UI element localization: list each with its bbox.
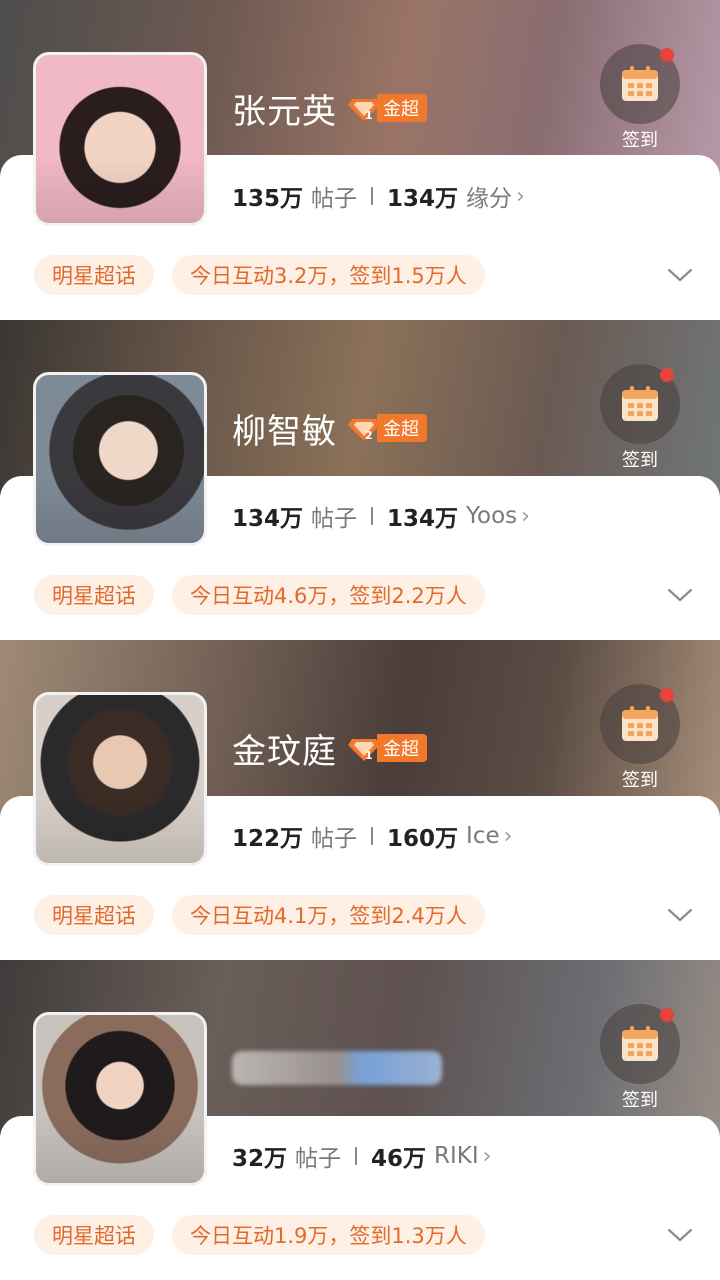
checkin-button[interactable]: 签到 [600, 1004, 680, 1114]
tag-activity[interactable]: 今日互动4.6万，签到2.2万人 [172, 575, 485, 615]
stats-divider [371, 827, 374, 845]
fans-unit[interactable]: Yoos [466, 503, 517, 529]
checkin-circle [600, 364, 680, 444]
level-badge: 1 金超 [347, 93, 427, 123]
badge-label: 金超 [377, 414, 427, 442]
super-topic-card[interactable]: 柳智敏 2 金超 签到 134万 帖子 134万 Yoos › 明星超话 今日互… [0, 320, 720, 640]
topic-avatar[interactable] [33, 372, 207, 546]
fans-count[interactable]: 134万 [387, 499, 458, 533]
chevron-right-icon[interactable]: › [516, 184, 525, 209]
badge-label: 金超 [377, 734, 427, 762]
notification-dot [660, 688, 674, 702]
notification-dot [660, 368, 674, 382]
posts-unit: 帖子 [311, 826, 358, 852]
posts-count: 134万 [232, 506, 304, 532]
diamond-icon: 1 [347, 733, 381, 763]
topic-stats: 122万 帖子 160万 Ice › [232, 816, 512, 856]
fans-count[interactable]: 46万 [371, 1139, 426, 1173]
chevron-down-icon[interactable] [664, 579, 696, 611]
fans-unit[interactable]: Ice [466, 823, 500, 849]
topic-avatar[interactable] [33, 1012, 207, 1186]
notification-dot [660, 48, 674, 62]
checkin-label: 签到 [622, 1090, 658, 1111]
diamond-icon: 1 [347, 93, 381, 123]
notification-dot [660, 1008, 674, 1022]
posts-count: 32万 [232, 1146, 288, 1172]
checkin-button[interactable]: 签到 [600, 44, 680, 154]
topic-name-row: 张元英 1 金超 [232, 80, 427, 136]
calendar-icon [622, 386, 658, 421]
svg-text:1: 1 [365, 109, 373, 122]
topic-tags: 明星超话 今日互动1.9万，签到1.3万人 [34, 1215, 485, 1255]
topic-tags: 明星超话 今日互动3.2万，签到1.5万人 [34, 255, 485, 295]
chevron-right-icon[interactable]: › [504, 824, 513, 849]
badge-label: 金超 [377, 94, 427, 122]
calendar-icon [622, 706, 658, 741]
chevron-down-icon[interactable] [664, 259, 696, 291]
topic-name-row: 柳智敏 2 金超 [232, 400, 427, 456]
topic-avatar[interactable] [33, 692, 207, 866]
tag-activity[interactable]: 今日互动1.9万，签到1.3万人 [172, 1215, 485, 1255]
fans-unit[interactable]: RIKI [434, 1143, 479, 1169]
svg-text:1: 1 [365, 749, 373, 762]
topic-name-row [232, 1040, 442, 1096]
checkin-label: 签到 [622, 130, 658, 151]
checkin-circle [600, 1004, 680, 1084]
topic-stats: 135万 帖子 134万 缘分 › [232, 176, 525, 216]
tag-topic-type[interactable]: 明星超话 [34, 895, 154, 935]
topic-name[interactable]: 柳智敏 [232, 404, 337, 453]
tag-activity[interactable]: 今日互动4.1万，签到2.4万人 [172, 895, 485, 935]
posts-count: 135万 [232, 186, 304, 212]
checkin-label: 签到 [622, 450, 658, 471]
level-badge: 1 金超 [347, 733, 427, 763]
tag-topic-type[interactable]: 明星超话 [34, 1215, 154, 1255]
posts-count: 122万 [232, 826, 304, 852]
stats-divider [371, 187, 374, 205]
level-badge: 2 金超 [347, 413, 427, 443]
tag-topic-type[interactable]: 明星超话 [34, 575, 154, 615]
calendar-icon [622, 1026, 658, 1061]
super-topic-card[interactable]: 签到 32万 帖子 46万 RIKI › 明星超话 今日互动1.9万，签到1.3… [0, 960, 720, 1280]
chevron-right-icon[interactable]: › [483, 1144, 492, 1169]
checkin-button[interactable]: 签到 [600, 364, 680, 474]
chevron-right-icon[interactable]: › [521, 504, 530, 529]
svg-text:2: 2 [365, 429, 373, 442]
topic-tags: 明星超话 今日互动4.6万，签到2.2万人 [34, 575, 485, 615]
topic-name[interactable]: 金玟庭 [232, 724, 337, 773]
checkin-circle [600, 44, 680, 124]
fans-unit[interactable]: 缘分 [466, 179, 512, 213]
super-topic-card[interactable]: 金玟庭 1 金超 签到 122万 帖子 160万 Ice › 明星超话 今日互动… [0, 640, 720, 960]
chevron-down-icon[interactable] [664, 899, 696, 931]
topic-tags: 明星超话 今日互动4.1万，签到2.4万人 [34, 895, 485, 935]
stats-divider [371, 507, 374, 525]
topic-name-row: 金玟庭 1 金超 [232, 720, 427, 776]
diamond-icon: 2 [347, 413, 381, 443]
fans-count[interactable]: 160万 [387, 819, 458, 853]
tag-activity[interactable]: 今日互动3.2万，签到1.5万人 [172, 255, 485, 295]
topic-stats: 134万 帖子 134万 Yoos › [232, 496, 530, 536]
chevron-down-icon[interactable] [664, 1219, 696, 1251]
checkin-label: 签到 [622, 770, 658, 791]
tag-topic-type[interactable]: 明星超话 [34, 255, 154, 295]
posts-unit: 帖子 [311, 506, 358, 532]
fans-count[interactable]: 134万 [387, 179, 458, 213]
topic-avatar[interactable] [33, 52, 207, 226]
calendar-icon [622, 66, 658, 101]
blurred-name-placeholder[interactable] [232, 1051, 442, 1085]
checkin-button[interactable]: 签到 [600, 684, 680, 794]
checkin-circle [600, 684, 680, 764]
stats-divider [355, 1147, 358, 1165]
posts-unit: 帖子 [295, 1146, 342, 1172]
super-topic-card[interactable]: 张元英 1 金超 签到 135万 帖子 134万 缘分 › 明星超话 今日互动3… [0, 0, 720, 320]
topic-name[interactable]: 张元英 [232, 84, 337, 133]
topic-stats: 32万 帖子 46万 RIKI › [232, 1136, 491, 1176]
posts-unit: 帖子 [311, 186, 358, 212]
